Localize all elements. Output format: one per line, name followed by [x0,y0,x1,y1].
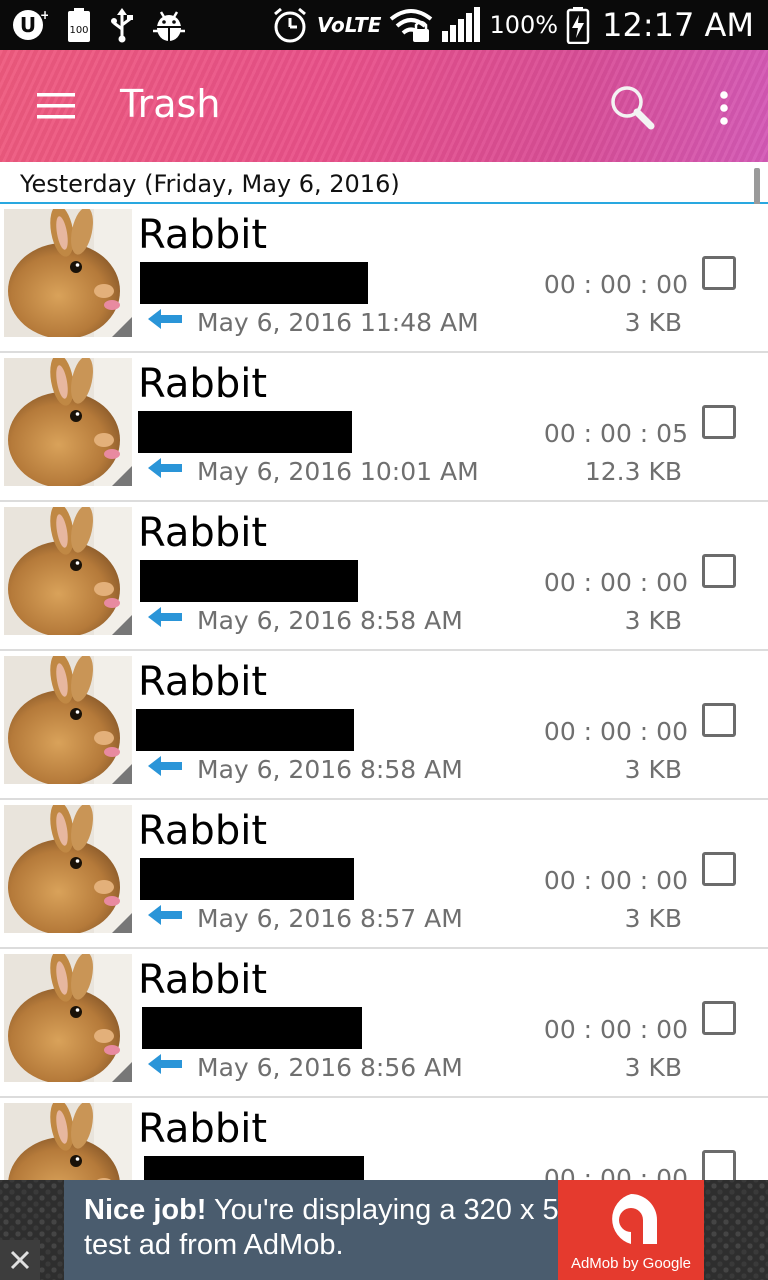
message-size: 3 KB [624,606,682,635]
incoming-arrow-icon [148,309,182,329]
usb-icon [110,7,134,43]
message-duration: 00 : 00 : 00 [543,866,688,895]
message-duration: 00 : 00 : 00 [543,568,688,597]
u-plus-icon: U + [10,7,48,43]
more-vert-icon[interactable] [704,80,744,136]
status-bar-right: VoLTE 100% 12:17 AM [271,4,754,46]
status-bar: U + 100 VoLTE 100% 12:17 AM [0,0,768,50]
redacted-phone-number [138,411,352,453]
message-duration: 00 : 00 : 05 [543,419,688,448]
svg-text:U: U [20,13,36,37]
wifi-lock-icon [389,7,433,43]
redacted-phone-number [144,1156,364,1180]
redacted-phone-number [136,709,354,751]
incoming-arrow-icon [148,607,182,627]
cell-signal-icon [441,7,481,43]
list-item[interactable]: Rabbit 00 : 00 : 00 May 6, 2016 8:57 AM … [0,800,768,949]
contact-avatar [4,954,132,1082]
redacted-phone-number [140,858,354,900]
message-date: May 6, 2016 11:48 AM [197,308,479,337]
status-bar-left: U + 100 [10,6,186,44]
select-checkbox[interactable] [702,256,736,290]
message-date: May 6, 2016 8:56 AM [197,1053,463,1082]
battery-percent: 100% [489,11,559,39]
contact-name: Rabbit [138,361,268,407]
hamburger-menu-icon[interactable] [30,84,82,128]
contact-avatar [4,358,132,486]
alarm-clock-icon [271,7,309,43]
contact-name: Rabbit [138,808,268,854]
contact-name: Rabbit [138,957,268,1003]
battery-100-icon: 100 [66,7,92,43]
message-duration: 00 : 00 : 00 [543,717,688,746]
message-date: May 6, 2016 8:57 AM [197,904,463,933]
incoming-arrow-icon [148,905,182,925]
list-item[interactable]: Rabbit 00 : 00 : 00 May 6, 2016 11:48 AM… [0,204,768,353]
select-checkbox[interactable] [702,852,736,886]
section-header: Yesterday (Friday, May 6, 2016) [0,162,768,204]
list-item[interactable]: Rabbit 00 : 00 : 00 [0,1098,768,1180]
ad-headline: Nice job! [84,1194,207,1226]
redacted-phone-number [140,560,358,602]
incoming-arrow-icon [148,458,182,478]
contact-name: Rabbit [138,212,268,258]
section-header-label: Yesterday (Friday, May 6, 2016) [20,170,400,198]
message-duration: 00 : 00 : 00 [543,1015,688,1044]
admob-logo-icon [612,1194,657,1244]
page-title: Trash [120,82,221,126]
contact-name: Rabbit [138,510,268,556]
message-date: May 6, 2016 8:58 AM [197,755,463,784]
android-debug-icon [152,7,186,43]
message-list: Rabbit 00 : 00 : 00 May 6, 2016 11:48 AM… [0,204,768,1180]
incoming-arrow-icon [148,756,182,776]
message-duration: 00 : 00 : 00 [543,270,688,299]
message-duration: 00 : 00 : 00 [543,1164,688,1180]
battery-charging-icon [566,7,590,44]
svg-text:+: + [40,8,48,22]
contact-name: Rabbit [138,1106,268,1152]
search-icon[interactable] [600,80,664,136]
volte-label: VoLTE [316,13,382,37]
admob-caption: AdMob by Google [570,1255,692,1272]
admob-logo[interactable]: AdMob by Google [558,1180,704,1280]
contact-avatar [4,656,132,784]
message-size: 3 KB [624,904,682,933]
list-item[interactable]: Rabbit 00 : 00 : 00 May 6, 2016 8:56 AM … [0,949,768,1098]
message-size: 3 KB [624,1053,682,1082]
screen: U + 100 VoLTE 100% 12:17 AM Trash Yester… [0,0,768,1280]
select-checkbox[interactable] [702,554,736,588]
status-time: 12:17 AM [602,6,754,44]
contact-avatar [4,805,132,933]
ad-text-1: You're displaying a 320 x 50 [206,1194,575,1226]
contact-name: Rabbit [138,659,268,705]
message-date: May 6, 2016 8:58 AM [197,606,463,635]
message-size: 12.3 KB [584,457,682,486]
list-item[interactable]: Rabbit 00 : 00 : 00 May 6, 2016 8:58 AM … [0,502,768,651]
list-item[interactable]: Rabbit 00 : 00 : 05 May 6, 2016 10:01 AM… [0,353,768,502]
select-checkbox[interactable] [702,703,736,737]
close-icon[interactable] [0,1240,40,1280]
app-toolbar: Trash [0,50,768,162]
select-checkbox[interactable] [702,405,736,439]
contact-avatar [4,209,132,337]
message-size: 3 KB [624,308,682,337]
redacted-phone-number [142,1007,362,1049]
message-size: 3 KB [624,755,682,784]
ad-text-line-1: Nice job! You're displaying a 320 x 50 [84,1194,575,1227]
contact-avatar [4,1103,132,1180]
svg-text:100: 100 [69,25,88,36]
list-item[interactable]: Rabbit 00 : 00 : 00 May 6, 2016 8:58 AM … [0,651,768,800]
ad-text-line-2: test ad from AdMob. [84,1229,344,1261]
ad-content[interactable]: Nice job! You're displaying a 320 x 50 t… [64,1180,575,1280]
select-checkbox[interactable] [702,1150,736,1180]
contact-avatar [4,507,132,635]
redacted-phone-number [140,262,368,304]
message-date: May 6, 2016 10:01 AM [197,457,479,486]
select-checkbox[interactable] [702,1001,736,1035]
incoming-arrow-icon [148,1054,182,1074]
